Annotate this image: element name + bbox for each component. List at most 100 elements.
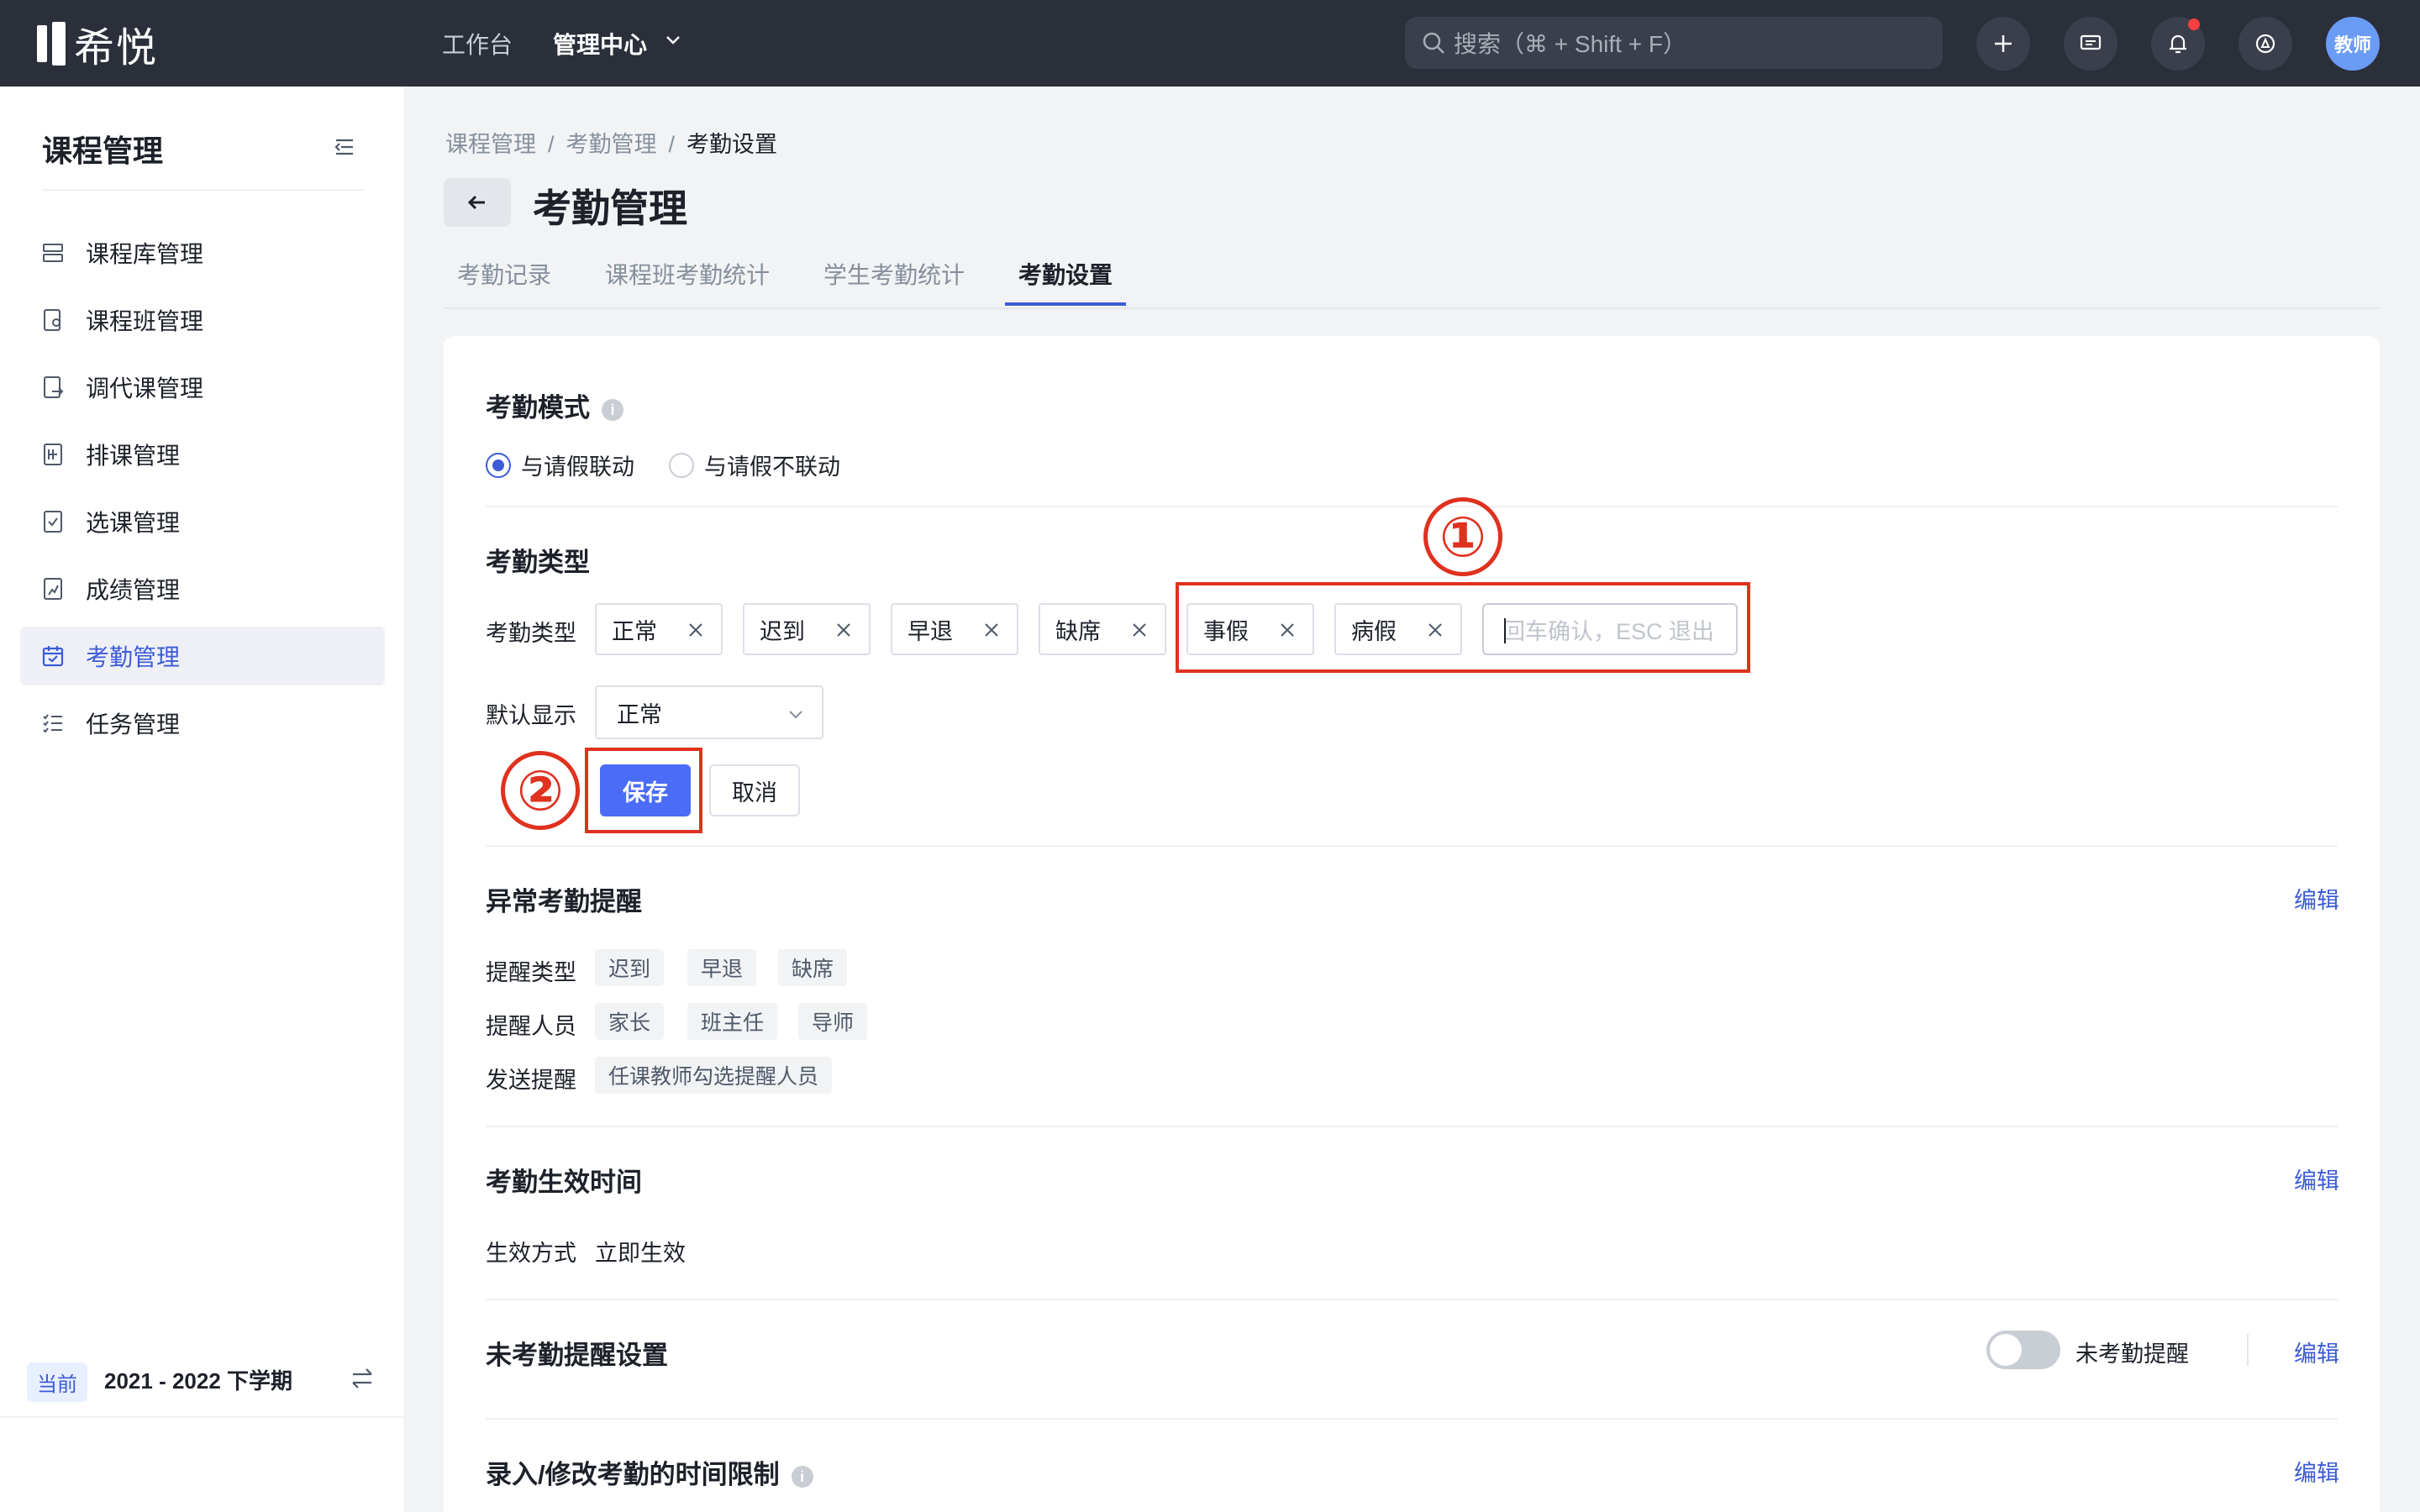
app-logo[interactable]: 希悦 [37,20,158,71]
sidebar-item-grades[interactable]: 成绩管理 [20,559,385,618]
schedule-icon [44,444,62,465]
logo-icon [37,22,71,66]
sidebar-item-scheduling[interactable]: 排课管理 [20,425,385,484]
sidebar-item-label: 任务管理 [86,711,181,738]
sidebar-item-course-class[interactable]: 课程班管理 [20,291,385,349]
sidebar-item-substitution[interactable]: 调代课管理 [20,358,385,417]
search-input[interactable]: 搜索（⌘ + Shift + F） [1405,17,1943,69]
add-button[interactable] [1976,17,2030,71]
plus-icon [1995,35,2012,52]
calendar-icon [42,646,64,667]
annotation-box-1 [1176,582,1750,673]
edit-unattended-link[interactable]: 编辑 [2294,1336,2339,1368]
effective-mode-label: 生效方式 [486,1241,576,1266]
arrow-left-icon [467,195,485,210]
switch-term-icon[interactable] [348,1364,376,1393]
chevron-down-icon[interactable] [664,30,682,49]
abnormal-section-title: 异常考勤提醒 [486,887,642,916]
close-icon[interactable] [1129,620,1150,640]
annotation-number-1: ① [1423,497,1502,576]
reminder-people-pill: 班主任 [687,1003,778,1040]
reminder-type-pill: 缺席 [778,949,848,986]
close-icon[interactable] [834,620,854,640]
sidebar-item-label: 课程班管理 [86,308,204,334]
tag-late: 迟到 [743,603,871,655]
cancel-button[interactable]: 取消 [709,764,800,816]
breadcrumb-item[interactable]: 考勤管理 [566,132,657,157]
sidebar-item-label: 课程库管理 [86,241,204,267]
section-divider [486,1299,2338,1300]
tag-absent: 缺席 [1039,603,1166,655]
edit-time-limit-link[interactable]: 编辑 [2294,1455,2339,1488]
sidebar-footer-divider [0,1416,403,1418]
reminder-type-pill: 迟到 [595,949,665,986]
save-button[interactable]: 保存 [600,764,691,816]
unattended-section-title: 未考勤提醒设置 [486,1341,668,1370]
edit-abnormal-link[interactable]: 编辑 [2294,882,2339,915]
time-limit-section-title: 录入/修改考勤的时间限制 i [486,1453,813,1491]
vertical-divider [2247,1334,2249,1366]
stack-icon [43,244,63,262]
send-reminder-label: 发送提醒 [486,1068,576,1093]
section-divider [486,506,2338,507]
section-divider [486,1126,2338,1127]
compass-icon [2255,34,2275,54]
term-label: 2021 - 2022 下学期 [104,1368,293,1394]
sidebar-item-label: 成绩管理 [86,577,181,603]
class-icon [44,309,60,331]
search-icon [1423,32,1444,54]
type-section-title: 考勤类型 [486,548,590,577]
sidebar-item-label: 选课管理 [86,510,181,536]
chat-icon [2080,34,2102,50]
info-icon[interactable]: i [602,398,623,421]
collapse-menu-icon[interactable] [333,135,356,159]
tab-bar: 考勤记录 课程班考勤统计 学生考勤统计 考勤设置 [444,250,2380,309]
sidebar-divider [42,189,365,191]
sidebar-item-course-library[interactable]: 课程库管理 [20,223,385,282]
apps-button[interactable] [2238,17,2292,71]
back-button[interactable] [444,178,511,227]
radio-dot-checked [486,452,511,478]
reminder-people-label: 提醒人员 [486,1014,576,1039]
tab-attendance-settings[interactable]: 考勤设置 [1018,257,1113,291]
unattended-reminder-toggle[interactable] [1986,1331,2060,1369]
effective-mode-value: 立即生效 [595,1241,686,1266]
page-title: 考勤管理 [533,186,687,230]
sidebar-item-attendance[interactable]: 考勤管理 [20,627,385,685]
messages-button[interactable] [2064,17,2118,71]
grade-icon [44,578,62,600]
nav-admin-center[interactable]: 管理中心 [553,27,647,60]
sidebar: 课程管理 课程库管理 课程班管理 调代课管理 排课管理 选课管理 成绩管理 考勤… [0,87,403,1512]
sidebar-item-tasks[interactable]: 任务管理 [20,694,385,753]
settings-card: 考勤模式 i 与请假联动 与请假不联动 考勤类型 考勤类型 正常 迟到 早退 缺席… [444,336,2380,1512]
mode-section-title: 考勤模式 i [486,386,623,424]
notifications-button[interactable] [2151,17,2205,71]
sidebar-item-label: 调代课管理 [86,375,204,402]
info-icon[interactable]: i [791,1465,813,1488]
nav-workbench[interactable]: 工作台 [442,27,513,60]
section-divider [486,845,2338,847]
sidebar-item-label: 排课管理 [86,443,181,469]
type-field-label: 考勤类型 [486,621,576,646]
tab-student-stats[interactable]: 学生考勤统计 [823,257,965,291]
radio-unlinked-leave[interactable]: 与请假不联动 [669,449,840,481]
breadcrumb: 课程管理 / 考勤管理 / 考勤设置 [445,132,778,157]
radio-dot [669,452,694,478]
send-reminder-pill: 任课教师勾选提醒人员 [595,1057,833,1094]
close-icon[interactable] [686,620,706,640]
tab-attendance-records[interactable]: 考勤记录 [457,257,551,291]
chevron-down-icon [789,711,802,719]
breadcrumb-item[interactable]: 课程管理 [445,132,536,157]
default-display-select[interactable]: 正常 [595,685,823,739]
section-divider [486,1418,2338,1420]
close-icon[interactable] [981,620,1002,640]
avatar[interactable]: 教师 [2326,17,2380,71]
sidebar-item-course-selection[interactable]: 选课管理 [20,492,385,551]
tab-class-stats[interactable]: 课程班考勤统计 [605,257,770,291]
checkbox-icon [44,511,62,533]
radio-linked-leave[interactable]: 与请假联动 [486,449,634,481]
active-tab-indicator [1005,302,1126,306]
search-placeholder: 搜索（⌘ + Shift + F） [1454,31,1686,57]
edit-effective-link[interactable]: 编辑 [2294,1163,2339,1195]
logo-text: 希悦 [74,26,159,71]
